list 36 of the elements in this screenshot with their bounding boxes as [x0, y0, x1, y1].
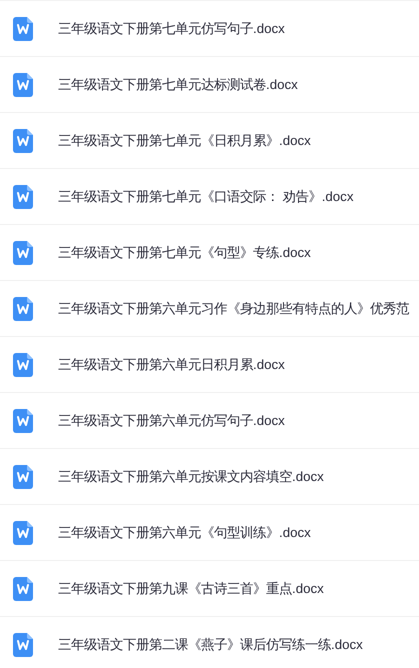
word-document-icon	[13, 128, 33, 152]
file-row[interactable]: 三年级语文下册第六单元习作《身边那些有特点的人》优秀范	[0, 281, 419, 337]
word-document-icon	[13, 632, 33, 656]
word-document-icon	[13, 352, 33, 376]
file-name: 三年级语文下册第七单元《口语交际： 劝告》.docx	[58, 188, 354, 206]
file-name: 三年级语文下册第六单元习作《身边那些有特点的人》优秀范	[58, 300, 409, 318]
file-name: 三年级语文下册第九课《古诗三首》重点.docx	[58, 580, 324, 598]
file-row[interactable]: 三年级语文下册第七单元达标测试卷.docx	[0, 57, 419, 113]
file-name: 三年级语文下册第六单元日积月累.docx	[58, 356, 285, 374]
file-row[interactable]: 三年级语文下册第六单元《句型训练》.docx	[0, 505, 419, 561]
file-name: 三年级语文下册第二课《燕子》课后仿写练一练.docx	[58, 636, 363, 654]
file-row[interactable]: 三年级语文下册第六单元仿写句子.docx	[0, 393, 419, 449]
file-name: 三年级语文下册第七单元《句型》专练.docx	[58, 244, 311, 262]
word-document-icon	[13, 464, 33, 488]
file-row[interactable]: 三年级语文下册第七单元《日积月累》.docx	[0, 113, 419, 169]
file-name: 三年级语文下册第七单元《日积月累》.docx	[58, 132, 311, 150]
word-document-icon	[13, 16, 33, 40]
word-document-icon	[13, 72, 33, 96]
file-row[interactable]: 三年级语文下册第七单元《句型》专练.docx	[0, 225, 419, 281]
file-name: 三年级语文下册第七单元达标测试卷.docx	[58, 76, 298, 94]
file-name: 三年级语文下册第六单元仿写句子.docx	[58, 412, 285, 430]
word-document-icon	[13, 520, 33, 544]
word-document-icon	[13, 184, 33, 208]
file-row[interactable]: 三年级语文下册第七单元仿写句子.docx	[0, 1, 419, 57]
file-row[interactable]: 三年级语文下册第九课《古诗三首》重点.docx	[0, 561, 419, 617]
file-row[interactable]: 三年级语文下册第七单元《口语交际： 劝告》.docx	[0, 169, 419, 225]
file-name: 三年级语文下册第六单元按课文内容填空.docx	[58, 468, 324, 486]
file-name: 三年级语文下册第七单元仿写句子.docx	[58, 20, 285, 38]
file-row[interactable]: 三年级语文下册第六单元日积月累.docx	[0, 337, 419, 393]
word-document-icon	[13, 576, 33, 600]
word-document-icon	[13, 408, 33, 432]
file-row[interactable]: 三年级语文下册第六单元按课文内容填空.docx	[0, 449, 419, 505]
file-name: 三年级语文下册第六单元《句型训练》.docx	[58, 524, 311, 542]
file-row[interactable]: 三年级语文下册第二课《燕子》课后仿写练一练.docx	[0, 617, 419, 668]
word-document-icon	[13, 240, 33, 264]
word-document-icon	[13, 296, 33, 320]
